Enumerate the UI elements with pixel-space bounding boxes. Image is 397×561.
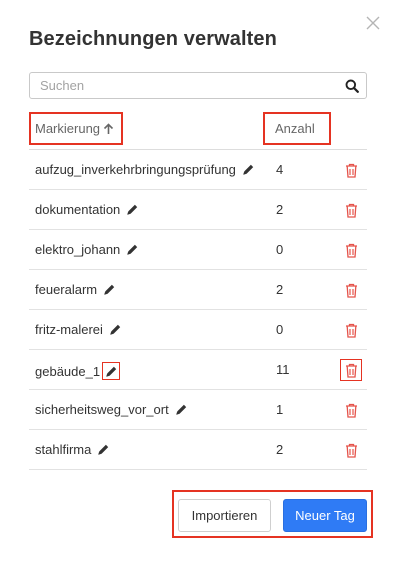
pencil-icon[interactable] bbox=[102, 362, 121, 380]
tag-name: sicherheitsweg_vor_ort bbox=[35, 402, 189, 417]
tag-count: 1 bbox=[276, 402, 284, 417]
column-header-count: Anzahl bbox=[263, 112, 331, 145]
tag-name-label: sicherheitsweg_vor_ort bbox=[35, 402, 169, 417]
tag-name-label: aufzug_inverkehrbringungsprüfung bbox=[35, 162, 236, 177]
trash-icon[interactable] bbox=[343, 402, 359, 418]
tag-count: 0 bbox=[276, 242, 284, 257]
tag-count: 11 bbox=[276, 362, 290, 377]
table-row: elektro_johann 0 bbox=[29, 230, 367, 270]
close-icon[interactable] bbox=[364, 14, 382, 32]
column-header-marker-label: Markierung bbox=[35, 121, 101, 136]
tag-name-label: elektro_johann bbox=[35, 242, 121, 257]
tag-name-label: feueralarm bbox=[35, 282, 98, 297]
tag-name-label: fritz-malerei bbox=[35, 322, 103, 337]
column-header-count-label: Anzahl bbox=[275, 121, 315, 136]
tag-count: 0 bbox=[276, 322, 284, 337]
search-icon[interactable] bbox=[345, 79, 359, 93]
tag-name: feueralarm bbox=[35, 282, 117, 297]
tag-count: 2 bbox=[276, 202, 284, 217]
table-row: gebäude_1 11 bbox=[29, 350, 367, 390]
dialog-title: Bezeichnungen verwalten bbox=[29, 28, 277, 50]
trash-icon[interactable] bbox=[343, 322, 359, 338]
table-row: sicherheitsweg_vor_ort 1 bbox=[29, 390, 367, 430]
pencil-icon[interactable] bbox=[174, 402, 189, 417]
import-button[interactable]: Importieren bbox=[178, 499, 271, 532]
tag-name-label: stahlfirma bbox=[35, 442, 92, 457]
search-input[interactable] bbox=[30, 73, 340, 98]
trash-icon[interactable] bbox=[343, 282, 359, 298]
tag-name: stahlfirma bbox=[35, 442, 111, 457]
trash-icon[interactable] bbox=[343, 202, 359, 218]
pencil-icon[interactable] bbox=[125, 202, 140, 217]
tag-name: elektro_johann bbox=[35, 242, 140, 257]
table-row: fritz-malerei 0 bbox=[29, 310, 367, 350]
tag-table-body: aufzug_inverkehrbringungsprüfung 4 dokumen… bbox=[29, 150, 367, 470]
trash-icon[interactable] bbox=[343, 442, 359, 458]
pencil-icon[interactable] bbox=[108, 322, 123, 337]
trash-icon[interactable] bbox=[343, 162, 359, 178]
tag-name: fritz-malerei bbox=[35, 322, 123, 337]
pencil-icon[interactable] bbox=[102, 282, 117, 297]
pencil-icon[interactable] bbox=[125, 242, 140, 257]
new-tag-button[interactable]: Neuer Tag bbox=[283, 499, 367, 532]
table-row: dokumentation 2 bbox=[29, 190, 367, 230]
search-box bbox=[29, 72, 367, 99]
tag-count: 2 bbox=[276, 442, 284, 457]
tag-name: aufzug_inverkehrbringungsprüfung bbox=[35, 162, 256, 177]
tag-count: 4 bbox=[276, 162, 284, 177]
tag-name: dokumentation bbox=[35, 202, 140, 217]
trash-icon[interactable] bbox=[343, 242, 359, 258]
pencil-icon[interactable] bbox=[96, 442, 111, 457]
tag-name-label: gebäude_1 bbox=[35, 363, 101, 379]
pencil-icon[interactable] bbox=[241, 162, 256, 177]
manage-labels-dialog: Bezeichnungen verwalten Markierung Anzah… bbox=[0, 0, 397, 561]
table-row: aufzug_inverkehrbringungsprüfung 4 bbox=[29, 150, 367, 190]
tag-name-label: dokumentation bbox=[35, 202, 121, 217]
column-header-marker[interactable]: Markierung bbox=[29, 112, 123, 145]
arrow-up-icon bbox=[103, 122, 114, 135]
tag-count: 2 bbox=[276, 282, 284, 297]
table-row: stahlfirma 2 bbox=[29, 430, 367, 470]
tag-name: gebäude_1 bbox=[35, 362, 121, 380]
table-row: feueralarm 2 bbox=[29, 270, 367, 310]
trash-icon[interactable] bbox=[340, 359, 362, 381]
